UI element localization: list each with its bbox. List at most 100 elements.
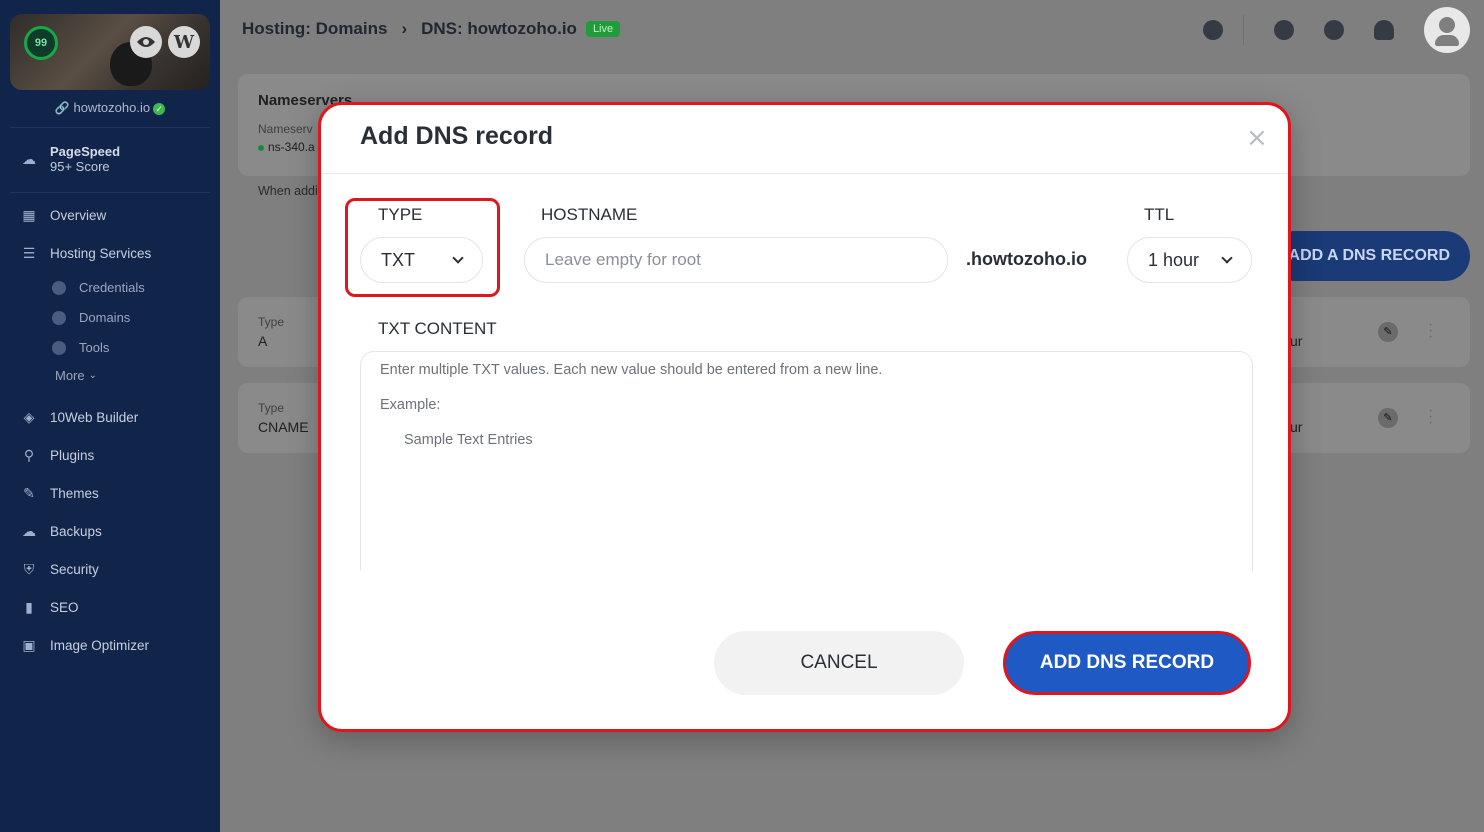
verified-check-icon: ✓ <box>153 103 166 115</box>
sidebar-item-label: Hosting Services <box>50 245 152 261</box>
add-dns-record-modal: Add DNS record × TYPE TXT HOSTNAME .howt… <box>318 102 1291 732</box>
status-dot-icon <box>258 145 264 151</box>
top-bar: Hosting: Domains › DNS: howtozoho.io Liv… <box>220 0 1484 60</box>
txt-example-label: Example: <box>380 397 441 413</box>
txt-content-label: TXT CONTENT <box>378 319 497 338</box>
hostname-input[interactable] <box>524 237 948 283</box>
record-type-label: Type <box>258 401 285 415</box>
ttl-select-value: 1 hour <box>1148 249 1200 270</box>
more-label: More <box>55 368 85 383</box>
domain-suffix: .howtozoho.io <box>966 249 1087 269</box>
type-select[interactable]: TXT <box>360 237 483 283</box>
score-badge: 99 <box>24 26 58 60</box>
sidebar-item-image-optimizer[interactable]: ▣ Image Optimizer <box>20 637 149 653</box>
sidebar-item-security[interactable]: ⛨ Security <box>20 561 99 577</box>
sidebar-subitem-label: Domains <box>79 310 131 325</box>
layers-icon: ◈ <box>23 409 35 425</box>
site-domain-link[interactable]: 🔗 howtozoho.io ✓ <box>0 100 220 115</box>
add-dns-record-button[interactable]: ADD DNS RECORD <box>1003 631 1251 695</box>
sidebar-item-backups[interactable]: ☁ Backups <box>20 523 102 539</box>
chevron-down-icon: ⌄ <box>88 370 98 381</box>
image-icon: ▣ <box>22 637 36 653</box>
sidebar-item-label: Plugins <box>50 447 95 463</box>
sidebar-item-label: Themes <box>50 485 99 501</box>
eye-icon[interactable] <box>130 26 162 58</box>
sidebar-more-toggle[interactable]: More ⌄ <box>55 368 97 383</box>
breadcrumb-separator: › <box>401 19 408 38</box>
server-icon: ☰ <box>22 245 36 261</box>
sidebar-subitem-domains[interactable]: Domains <box>52 310 130 325</box>
sidebar-item-themes[interactable]: ✎ Themes <box>20 485 99 501</box>
plug-icon: ⚲ <box>23 447 35 463</box>
sidebar-item-label: Backups <box>50 523 102 539</box>
modal-title: Add DNS record <box>360 122 554 150</box>
pie-chart-icon[interactable] <box>1274 20 1294 40</box>
grid-icon: ▦ <box>22 207 36 223</box>
clock-icon[interactable] <box>1203 20 1223 40</box>
site-thumbnail[interactable]: 99 W <box>10 14 210 90</box>
ttl-select[interactable]: 1 hour <box>1127 237 1252 283</box>
edit-icon[interactable]: ✎ <box>1378 322 1398 342</box>
globe-icon <box>52 310 66 325</box>
sidebar-item-seo[interactable]: ▮ SEO <box>20 599 78 615</box>
shield-icon: ⛨ <box>23 561 35 577</box>
sidebar-item-10web-builder[interactable]: ◈ 10Web Builder <box>20 409 139 425</box>
site-domain-text: howtozoho.io <box>73 100 151 115</box>
wordpress-icon[interactable]: W <box>168 26 200 58</box>
txt-content-hint: Enter multiple TXT values. Each new valu… <box>380 362 883 378</box>
hostname-label: HOSTNAME <box>541 205 638 224</box>
divider <box>10 192 210 193</box>
record-type-value: CNAME <box>258 419 309 435</box>
sidebar-subitem-tools[interactable]: Tools <box>52 340 109 355</box>
sidebar-item-label: Image Optimizer <box>50 637 150 653</box>
divider <box>1243 15 1244 45</box>
add-a-dns-record-button[interactable]: ADD A DNS RECORD <box>1270 231 1470 281</box>
sidebar-item-label: 10Web Builder <box>50 409 139 425</box>
chevron-down-icon <box>1221 252 1233 264</box>
record-ttl-value: ur <box>1290 419 1303 435</box>
nameservers-label: Nameserv <box>258 122 313 136</box>
cancel-button[interactable]: CANCEL <box>714 631 964 695</box>
avatar[interactable] <box>1424 7 1470 53</box>
type-select-value: TXT <box>381 249 415 270</box>
brush-icon: ✎ <box>23 485 35 501</box>
cloud-icon: ☁ <box>22 523 36 539</box>
sidebar-subitem-label: Tools <box>79 340 110 355</box>
more-options-icon[interactable]: · · · <box>1428 317 1434 345</box>
nameserver-text: ns-340.a <box>268 140 315 154</box>
breadcrumb-hosting-domains[interactable]: Hosting: Domains <box>242 19 387 39</box>
pagespeed-score: 95+ Score <box>50 159 110 174</box>
type-label: TYPE <box>378 205 423 224</box>
record-type-value: A <box>258 333 268 349</box>
chevron-down-icon <box>452 252 464 264</box>
cloud-speed-icon: ☁ <box>22 151 36 167</box>
sidebar: 99 W 🔗 howtozoho.io ✓ ☁ PageSpeed 95+ Sco… <box>0 0 220 832</box>
divider <box>321 173 1288 174</box>
live-status-badge: Live <box>585 21 621 37</box>
pagespeed-widget[interactable]: ☁ PageSpeed 95+ Score <box>20 144 120 174</box>
refresh-icon[interactable] <box>1324 20 1344 40</box>
sidebar-item-overview[interactable]: ▦ Overview <box>20 207 106 223</box>
pagespeed-title: PageSpeed <box>50 144 121 159</box>
sidebar-item-hosting-services[interactable]: ☰ Hosting Services <box>20 245 152 261</box>
tools-icon <box>52 340 66 355</box>
bar-chart-icon: ▮ <box>25 599 33 615</box>
record-type-label: Type <box>258 315 285 329</box>
breadcrumb-dns: DNS: howtozoho.io <box>421 19 577 38</box>
sidebar-item-plugins[interactable]: ⚲ Plugins <box>20 447 94 463</box>
bell-icon[interactable] <box>1374 20 1394 40</box>
breadcrumb: Hosting: Domains › DNS: howtozoho.io Liv… <box>242 19 621 39</box>
sidebar-item-label: Overview <box>50 207 107 223</box>
nameserver-value: ns-340.a <box>258 140 315 154</box>
edit-icon[interactable]: ✎ <box>1378 408 1398 428</box>
ttl-label: TTL <box>1144 205 1175 224</box>
sidebar-subitem-label: Credentials <box>79 280 145 295</box>
record-ttl-value: ur <box>1290 333 1303 349</box>
close-icon[interactable]: × <box>1246 123 1268 153</box>
info-text: When addi <box>258 184 318 198</box>
txt-example-value: Sample Text Entries <box>404 432 533 448</box>
sidebar-subitem-credentials[interactable]: Credentials <box>52 280 145 295</box>
divider <box>10 127 210 128</box>
more-options-icon[interactable]: · · · <box>1428 403 1434 431</box>
txt-content-textarea[interactable]: Enter multiple TXT values. Each new valu… <box>360 351 1253 571</box>
